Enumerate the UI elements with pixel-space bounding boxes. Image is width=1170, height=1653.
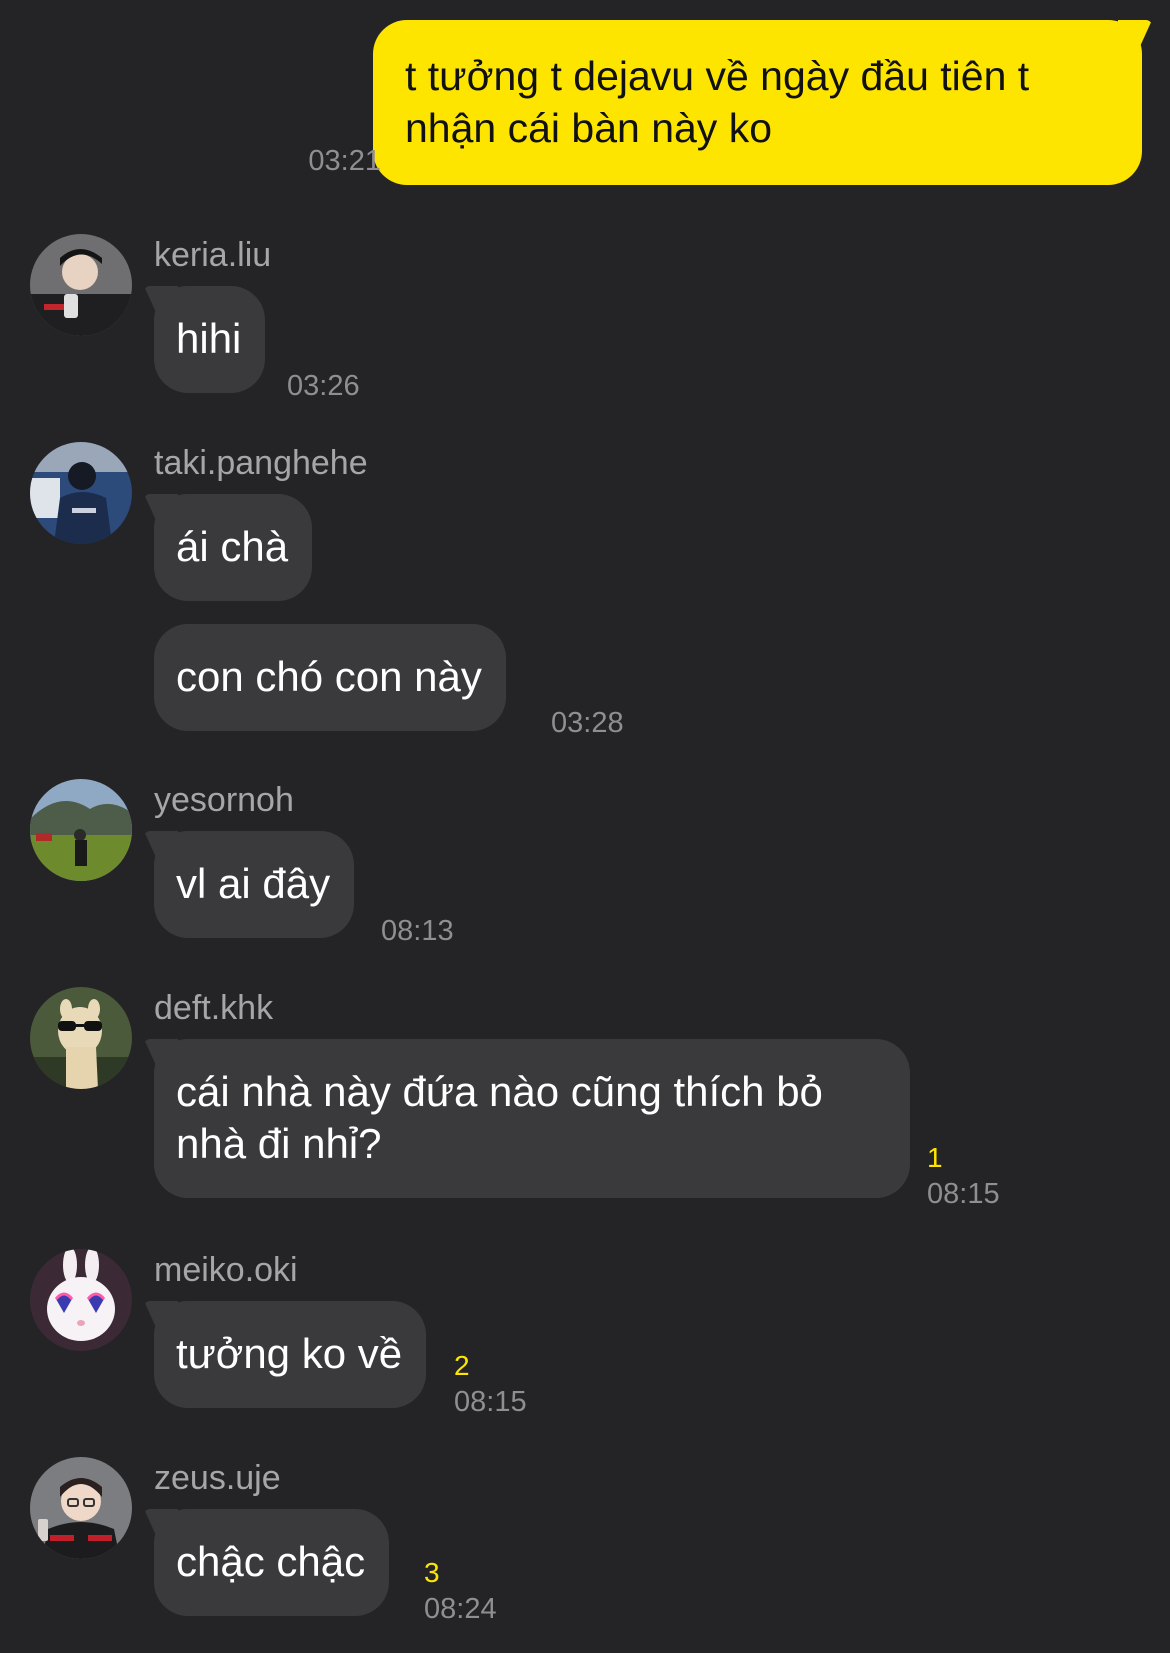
sender-name: meiko.oki	[154, 1251, 298, 1289]
message-bubble[interactable]: hihi	[154, 286, 266, 393]
outgoing-message[interactable]: t tưởng t dejavu về ngày đầu tiên t nhận…	[373, 20, 1142, 185]
unread-count: 3	[424, 1557, 440, 1588]
message-bubble[interactable]: con chó con này	[154, 624, 506, 731]
avatar-zeus-uje-icon[interactable]	[30, 1457, 132, 1559]
unread-count: 1	[927, 1142, 943, 1173]
avatar-keria-liu-icon[interactable]	[30, 234, 132, 336]
message-meta: 03:28	[551, 705, 624, 741]
chat-log: t tưởng t dejavu về ngày đầu tiên t nhận…	[0, 0, 1170, 1653]
sender-name: deft.khk	[154, 989, 274, 1027]
message-bubble[interactable]: tưởng ko về	[154, 1301, 427, 1408]
message-meta: 1 08:15	[927, 1140, 1000, 1212]
message-bubble[interactable]: vl ai đây	[154, 831, 355, 938]
sender-name: zeus.uje	[154, 1459, 281, 1497]
message-meta: 08:13	[381, 913, 454, 949]
message-timestamp: 08:24	[424, 1593, 497, 1625]
avatar-meiko-oki-icon[interactable]	[30, 1249, 132, 1351]
message-meta: 3 08:24	[424, 1555, 497, 1627]
message-bubble[interactable]: ái chà	[154, 494, 313, 601]
message-timestamp: 08:15	[927, 1178, 1000, 1210]
message-bubble[interactable]: cái nhà này đứa nào cũng thích bỏ nhà đi…	[154, 1039, 910, 1198]
avatar-taki-panghehe-icon[interactable]	[30, 442, 132, 544]
message-meta: 2 08:15	[454, 1348, 527, 1420]
outgoing-timestamp: 03:21	[308, 145, 381, 177]
message-bubble[interactable]: chậc chậc	[154, 1509, 390, 1616]
unread-count: 2	[454, 1350, 470, 1381]
outgoing-bubble[interactable]: t tưởng t dejavu về ngày đầu tiên t nhận…	[373, 20, 1142, 185]
message-meta: 03:26	[287, 368, 360, 404]
sender-name: taki.panghehe	[154, 444, 368, 482]
avatar-deft-khk-icon[interactable]	[30, 987, 132, 1089]
message-timestamp: 03:28	[551, 707, 624, 739]
avatar-yesornoh-icon[interactable]	[30, 779, 132, 881]
sender-name: keria.liu	[154, 236, 272, 274]
sender-name: yesornoh	[154, 781, 294, 819]
message-timestamp: 03:26	[287, 370, 360, 402]
message-timestamp: 08:13	[381, 915, 454, 947]
message-timestamp: 08:15	[454, 1386, 527, 1418]
